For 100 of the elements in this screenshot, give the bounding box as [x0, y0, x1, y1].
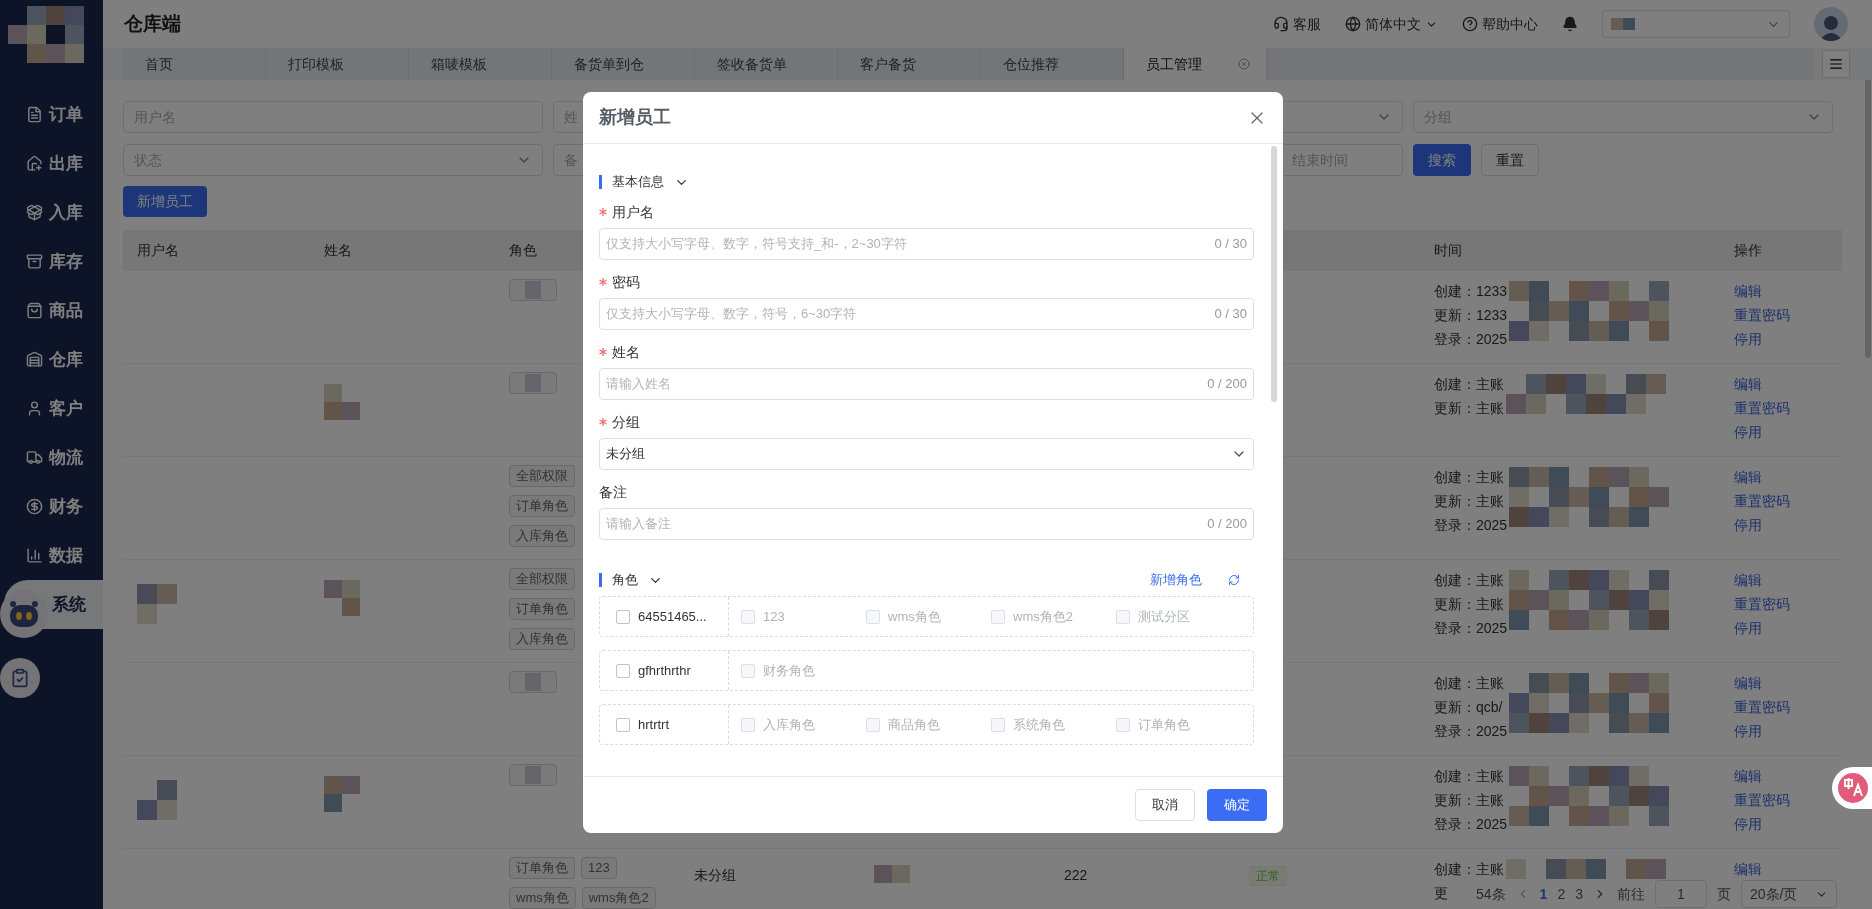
house-plus-icon — [26, 155, 43, 172]
time-text: 更新：主账 — [1434, 595, 1504, 614]
confirm-button[interactable]: 确定 — [1207, 789, 1267, 821]
bag-icon — [26, 302, 43, 319]
input-field[interactable]: 仅支持大小写字母、数字，符号支持_和-，2~30字符 0 / 30 — [599, 228, 1254, 260]
bell-icon[interactable] — [1562, 16, 1578, 32]
action-link[interactable]: 停用 — [1734, 616, 1762, 640]
sidebar-item[interactable]: 仓库 — [0, 335, 103, 384]
action-link[interactable]: 停用 — [1734, 420, 1762, 444]
sidebar-item[interactable]: 物流 — [0, 433, 103, 482]
role-group-label[interactable]: hrtrtrt — [638, 714, 670, 735]
time-text: 创建：主账 — [1434, 767, 1504, 786]
pixelated-redaction — [1611, 18, 1635, 30]
action-link[interactable]: 编辑 — [1734, 279, 1762, 303]
time-text: 更新：主账 — [1434, 492, 1504, 511]
checkbox[interactable] — [616, 609, 630, 624]
input-field[interactable]: 请输入姓名 0 / 200 — [599, 368, 1254, 400]
page-size-select[interactable]: 20条/页 — [1740, 880, 1837, 908]
action-link[interactable]: 编辑 — [1734, 671, 1762, 695]
action-link[interactable]: 编辑 — [1734, 372, 1762, 396]
sidebar-item[interactable]: 客户 — [0, 384, 103, 433]
time-text: 更新：主账 — [1434, 791, 1504, 810]
time-text: 创建：1233 — [1434, 282, 1508, 301]
action-link[interactable]: 重置密码 — [1734, 303, 1790, 327]
role-group-label[interactable]: 64551465... — [638, 606, 707, 627]
time-text: 更新：1233 — [1434, 306, 1508, 325]
avatar[interactable] — [1814, 7, 1848, 41]
action-link[interactable]: 停用 — [1734, 513, 1762, 537]
page-number[interactable]: 3 — [1575, 883, 1583, 905]
sidebar-item[interactable]: 数据 — [0, 531, 103, 580]
select-field[interactable]: 未分组 — [599, 438, 1254, 470]
section-title: 基本信息 — [612, 173, 664, 192]
field-label: 用户名 — [612, 202, 654, 222]
menu-button[interactable] — [1822, 50, 1850, 78]
sidebar-item[interactable]: 入库 — [0, 188, 103, 237]
role-tag: 订单角色 — [509, 598, 575, 620]
tab[interactable]: 员工管理 — [1124, 48, 1267, 80]
header-link[interactable]: 帮助中心 — [1462, 13, 1538, 35]
table-cell: 222 — [1064, 867, 1088, 883]
time-text: 创建：主账 — [1434, 860, 1504, 879]
scrollbar-thumb[interactable] — [1865, 80, 1871, 358]
reset-button[interactable]: 重置 — [1481, 144, 1539, 176]
add-employee-button[interactable]: 新增员工 — [123, 186, 207, 217]
action-link[interactable]: 重置密码 — [1734, 592, 1790, 616]
sidebar-item[interactable]: 订单 — [0, 90, 103, 139]
checklist-button[interactable] — [0, 658, 40, 698]
refresh-icon[interactable] — [1228, 574, 1240, 586]
cancel-button[interactable]: 取消 — [1135, 789, 1195, 821]
field-label: 备注 — [599, 482, 627, 502]
input-field[interactable]: 请输入备注 0 / 200 — [599, 508, 1254, 540]
action-link[interactable]: 停用 — [1734, 327, 1762, 351]
page-number[interactable]: 2 — [1557, 883, 1566, 905]
pixelated-redaction — [324, 384, 360, 420]
action-link[interactable]: 停用 — [1734, 812, 1762, 836]
action-link[interactable]: 重置密码 — [1734, 788, 1790, 812]
checkbox[interactable] — [616, 717, 630, 732]
page-input[interactable]: 1 — [1654, 880, 1707, 908]
sidebar-item[interactable]: 出库 — [0, 139, 103, 188]
robot-assistant-icon[interactable] — [0, 590, 48, 638]
required-asterisk-icon — [599, 348, 607, 356]
bar-chart-icon — [26, 547, 43, 564]
checkbox[interactable] — [616, 663, 630, 678]
action-link[interactable]: 重置密码 — [1734, 695, 1790, 719]
action-link[interactable]: 停用 — [1734, 719, 1762, 743]
field-label: 姓名 — [612, 342, 640, 362]
input-field[interactable]: 仅支持大小写字母、数字，符号，6~30字符 0 / 30 — [599, 298, 1254, 330]
header-link[interactable]: 简体中文 — [1345, 13, 1438, 35]
required-asterisk-icon — [599, 278, 607, 286]
field-label: 分组 — [612, 412, 640, 432]
time-text: 登录：2025 — [1434, 815, 1508, 834]
truck-icon — [26, 449, 43, 466]
action-link[interactable]: 重置密码 — [1734, 396, 1790, 420]
action-link[interactable]: 重置密码 — [1734, 489, 1790, 513]
action-link[interactable]: 编辑 — [1734, 568, 1762, 592]
translate-icon[interactable] — [1832, 767, 1872, 809]
add-role-link[interactable]: 新增角色 — [1150, 570, 1202, 590]
action-link[interactable]: 编辑 — [1734, 764, 1762, 788]
action-link[interactable]: 编辑 — [1734, 465, 1762, 489]
time-text: 创建：主账 — [1434, 674, 1504, 693]
pixelated-redaction — [137, 584, 177, 624]
role-tag — [509, 279, 557, 301]
role-tag: 入库角色 — [509, 628, 575, 650]
sidebar-item[interactable]: 财务 — [0, 482, 103, 531]
scrollbar-thumb[interactable] — [1271, 146, 1277, 402]
role-tag: 123 — [581, 857, 617, 879]
sidebar-item[interactable]: 商品 — [0, 286, 103, 335]
coin-icon — [26, 498, 43, 515]
role-group-label[interactable]: gfhrthrthr — [638, 660, 691, 681]
status-tag: 正常 — [1249, 866, 1287, 886]
role-tag: 订单角色 — [509, 495, 575, 517]
dialog-title: 新增员工 — [599, 106, 671, 129]
time-text: 更 — [1434, 884, 1448, 903]
sidebar-item[interactable]: 库存 — [0, 237, 103, 286]
header-link[interactable]: 客服 — [1273, 13, 1321, 35]
clipboard-icon — [10, 668, 30, 688]
role-tag: wms角色 — [509, 887, 576, 909]
search-button[interactable]: 搜索 — [1413, 144, 1471, 176]
action-link[interactable]: 编辑 — [1734, 857, 1762, 881]
page-number[interactable]: 1 — [1539, 883, 1548, 905]
account-select[interactable] — [1602, 10, 1790, 38]
